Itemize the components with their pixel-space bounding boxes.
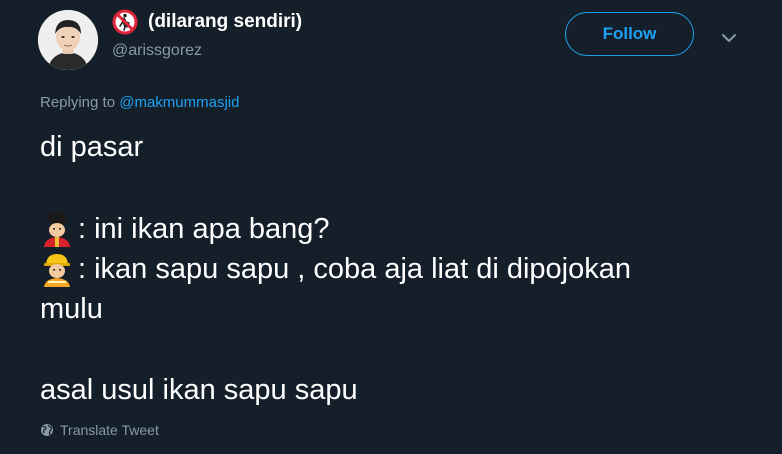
avatar-image [38, 10, 98, 70]
tweet-line-2-text: : ini ikan apa bang? [78, 213, 330, 245]
follow-button[interactable]: Follow [565, 12, 694, 56]
avatar[interactable] [38, 10, 98, 70]
translate-tweet-link[interactable]: Translate Tweet [40, 422, 159, 438]
tweet-line-4: mulu [40, 293, 103, 325]
translate-label: Translate Tweet [60, 422, 159, 438]
user-handle[interactable]: @arissgorez [112, 42, 202, 60]
tweet-line-1: di pasar [40, 131, 144, 163]
construction-worker-icon [40, 251, 74, 287]
guard-icon [40, 211, 74, 247]
chevron-down-icon[interactable] [718, 29, 740, 47]
reply-mention-link[interactable]: @makmummasjid [119, 94, 239, 111]
replying-to: Replying to @makmummasjid [40, 94, 239, 111]
replying-prefix: Replying to [40, 94, 116, 111]
tweet-line-3-text: : ikan sapu sapu , coba aja liat di dipo… [78, 253, 631, 285]
no-pedestrians-icon [112, 9, 138, 35]
tweet-line-5: asal usul ikan sapu sapu [40, 374, 358, 406]
display-name-row[interactable]: (dilarang sendiri) [112, 9, 302, 35]
display-name: (dilarang sendiri) [148, 11, 303, 32]
tweet-line-2: : ini ikan apa bang? [40, 210, 760, 248]
tweet-line-3: : ikan sapu sapu , coba aja liat di dipo… [40, 250, 760, 288]
globe-icon [40, 423, 54, 437]
